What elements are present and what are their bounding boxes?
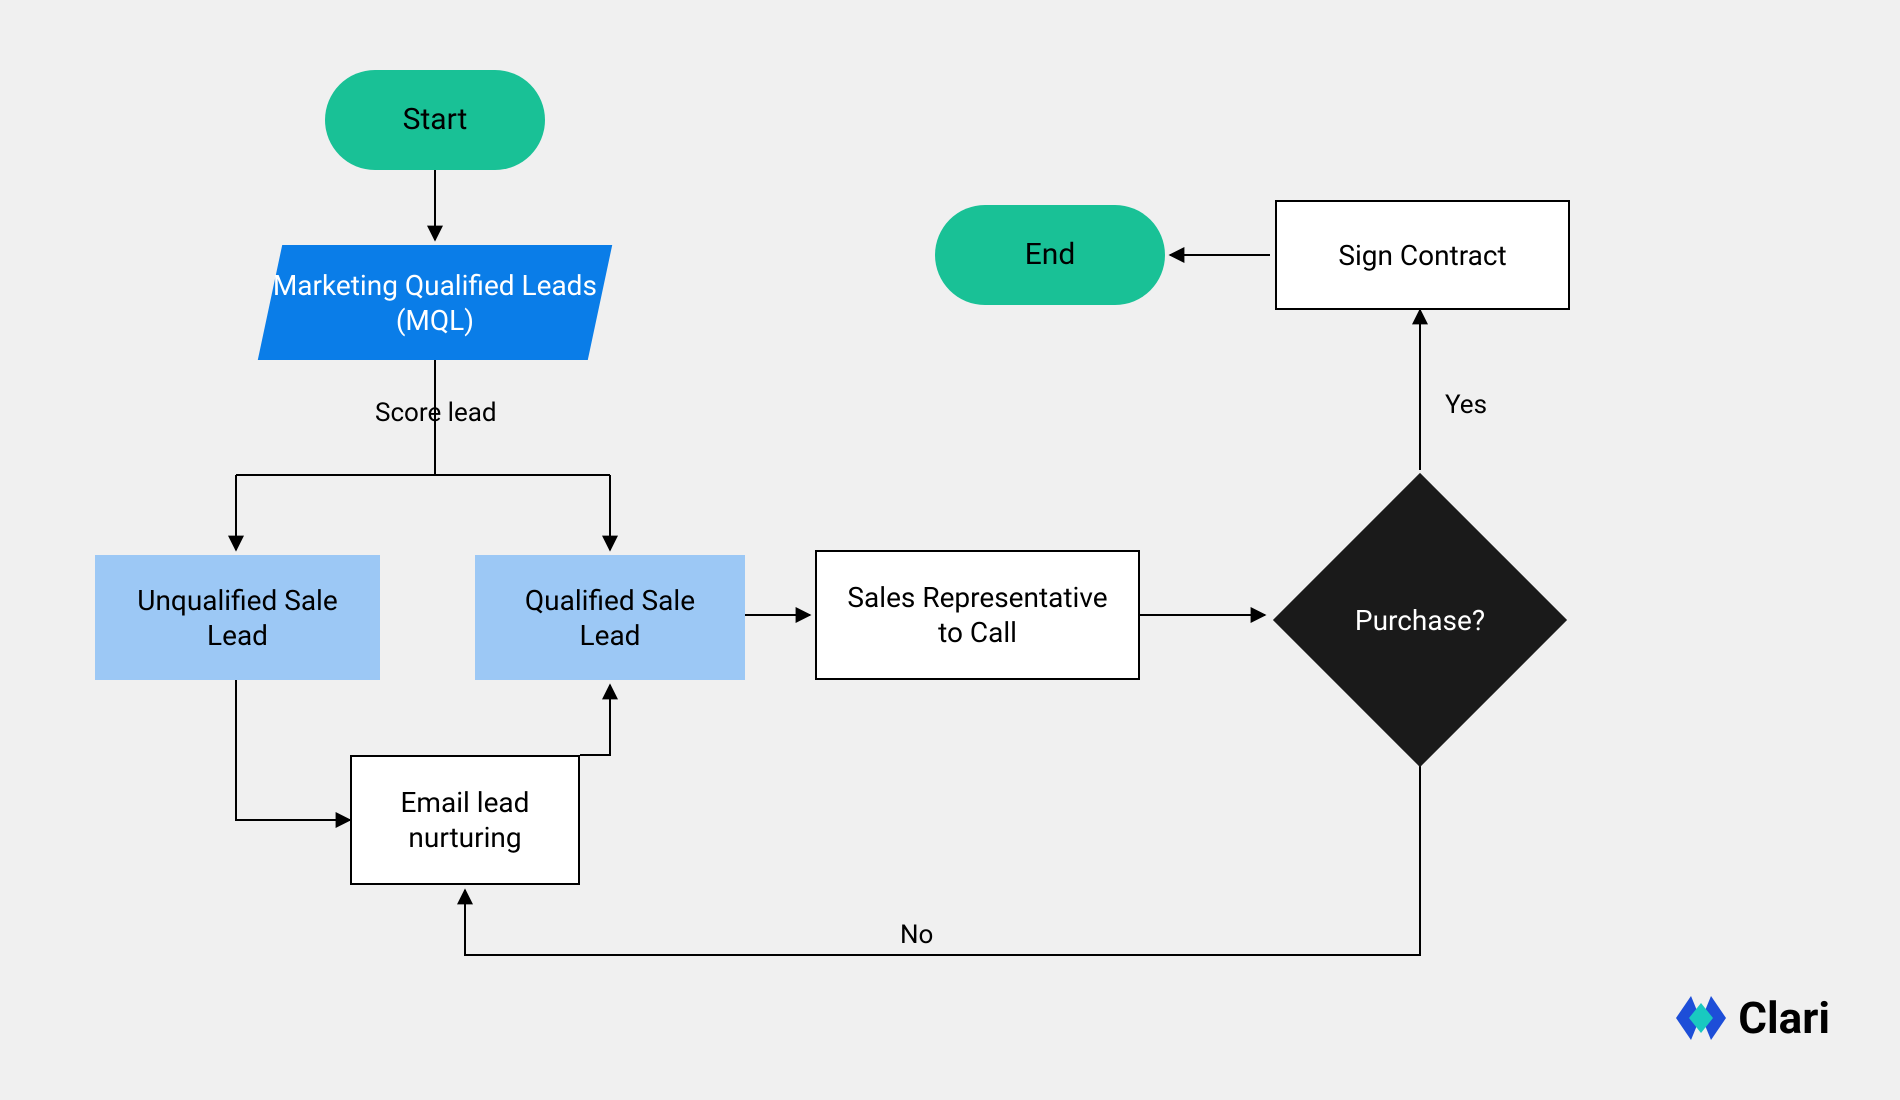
qualified-node: Qualified Sale Lead: [475, 555, 745, 680]
clari-logo-icon: [1674, 991, 1728, 1045]
mql-label: Marketing Qualified Leads (MQL): [270, 268, 600, 338]
yes-label: Yes: [1445, 390, 1487, 420]
unqualified-node: Unqualified Sale Lead: [95, 555, 380, 680]
no-label: No: [900, 920, 933, 950]
email-nurturing-label: Email lead nurturing: [370, 785, 560, 855]
start-label: Start: [403, 101, 468, 139]
mql-node: Marketing Qualified Leads (MQL): [258, 245, 612, 360]
start-node: Start: [325, 70, 545, 170]
end-label: End: [1025, 236, 1076, 274]
sign-contract-node: Sign Contract: [1275, 200, 1570, 310]
end-node: End: [935, 205, 1165, 305]
flowchart-canvas: Start Marketing Qualified Leads (MQL) Sc…: [0, 0, 1900, 1100]
sales-rep-node: Sales Representative to Call: [815, 550, 1140, 680]
purchase-label: Purchase?: [1270, 470, 1570, 770]
unqualified-label: Unqualified Sale Lead: [113, 583, 362, 653]
sales-rep-label: Sales Representative to Call: [835, 580, 1120, 650]
score-lead-label: Score lead: [375, 398, 497, 428]
purchase-decision-node: Purchase?: [1270, 470, 1570, 770]
brand-name: Clari: [1738, 992, 1830, 1044]
qualified-label: Qualified Sale Lead: [493, 583, 727, 653]
brand-logo: Clari: [1674, 991, 1830, 1045]
sign-contract-label: Sign Contract: [1338, 238, 1506, 273]
email-nurturing-node: Email lead nurturing: [350, 755, 580, 885]
